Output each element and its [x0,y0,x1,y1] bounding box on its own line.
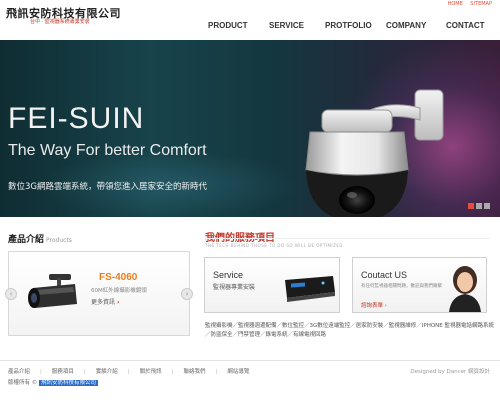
contact-form-link[interactable]: 諮詢表單 › [361,301,387,309]
dvr-recorder-image [285,276,335,302]
chevron-right-icon: › [384,303,387,309]
top-link-home[interactable]: HOME [448,1,463,7]
slider-dot[interactable] [484,203,490,209]
services-divider [205,238,490,239]
products-title-en: Products [46,237,72,244]
contact-box-description: 有任何監視器相關問題，歡迎與我們聯繫 [361,284,442,289]
support-agent-image [449,266,481,312]
contact-box[interactable]: Coutact US 有任何監視器相關問題，歡迎與我們聯繫 諮詢表單 › [352,257,487,313]
dome-camera-image [305,89,444,217]
site-header: 飛訊安防科技有限公司 台中 · 監視器系統專業安裝 HOME SITEMAP P… [0,0,500,40]
footer-separator: | [215,369,218,375]
nav-item-company[interactable]: COMPANY [386,21,426,30]
carousel-next-icon[interactable]: › [181,288,193,300]
service-box-subtitle: 監視器專業安裝 [213,284,256,291]
product-more-link[interactable]: 更多資訊 › [91,297,119,306]
top-link-sitemap[interactable]: SITEMAP [470,1,492,7]
footer-separator: | [83,369,86,375]
chevron-right-icon: › [116,299,120,306]
footer-credit[interactable]: Designed by Dancer 網頁設計 [410,367,490,375]
contact-box-title: Coutact US [361,270,408,280]
footer-link-contact[interactable]: 聯絡我們 [184,369,206,375]
hero-banner: FEI-SUIN The Way For better Comfort 數位3G… [0,40,500,217]
footer-link-portfolio[interactable]: 實績介紹 [96,369,118,375]
products-title: 產品介紹 [8,235,45,245]
banner-tagline: The Way For better Comfort [8,142,207,159]
service-box-title: Service [213,270,244,280]
contact-form-label: 諮詢表單 [361,303,384,309]
services-heading: 我們的服務項目 [205,229,275,244]
banner-brand: FEI-SUIN [8,102,145,135]
banner-slogan: 數位3G網路雲端系統，帶領您進入居家安全的新時代 [8,182,207,192]
nav-item-contact[interactable]: CONTACT [446,21,485,30]
footer-link-services[interactable]: 服務項目 [52,369,74,375]
footer-nav: 產品介紹 | 服務項目 | 實績介紹 | 關於飛訊 | 聯絡我們 | 網站導覽 [8,367,249,375]
services-list-text: 監視攝影機／監視器週邊配備／數位監控／3G數位遠端監控／居家防安裝／監視器維修／… [205,323,495,338]
footer-link-sitemap[interactable]: 網站導覽 [227,369,249,375]
product-description: 60M紅外線攝影機鏡頭 [91,288,147,294]
footer-separator: | [40,369,42,375]
bullet-camera-image[interactable] [21,270,83,320]
services-subheading: THE TECH BEHIND THOSE TO DO SO WILL BE O… [205,243,345,248]
slider-dot[interactable] [476,203,482,209]
copyright-company: 飛訊安防科技有限公司 [39,380,99,386]
top-links: HOME SITEMAP [442,1,492,7]
logo-subtitle: 台中 · 監視器系統專業安裝 [30,19,90,25]
nav-item-service[interactable]: SERVICE [269,21,304,30]
service-box[interactable]: Service 監視器專業安裝 [204,257,340,313]
products-heading: 產品介紹 Products [8,232,72,245]
carousel-prev-icon[interactable]: ‹ [5,288,17,300]
footer-separator: | [171,369,174,375]
product-carousel: ‹ › FS-4060 60M紅外線攝影機鏡頭 更多資訊 › [5,251,193,336]
footer-divider [0,360,500,361]
slider-dot[interactable] [468,203,474,209]
footer-link-products[interactable]: 產品介紹 [8,369,30,375]
copyright: 版權所有 © 飛訊安防科技有限公司 [8,378,99,386]
footer-separator: | [127,369,130,375]
main-nav: PRODUCT SERVICE PROTFOLIO COMPANY CONTAC… [200,21,500,33]
footer-link-about[interactable]: 關於飛訊 [140,369,162,375]
copyright-prefix: 版權所有 © [8,380,38,386]
product-more-label: 更多資訊 [91,299,116,306]
nav-item-product[interactable]: PRODUCT [208,21,248,30]
product-model[interactable]: FS-4060 [99,272,137,283]
slider-dots [466,194,490,213]
nav-item-protfolio[interactable]: PROTFOLIO [325,21,372,30]
